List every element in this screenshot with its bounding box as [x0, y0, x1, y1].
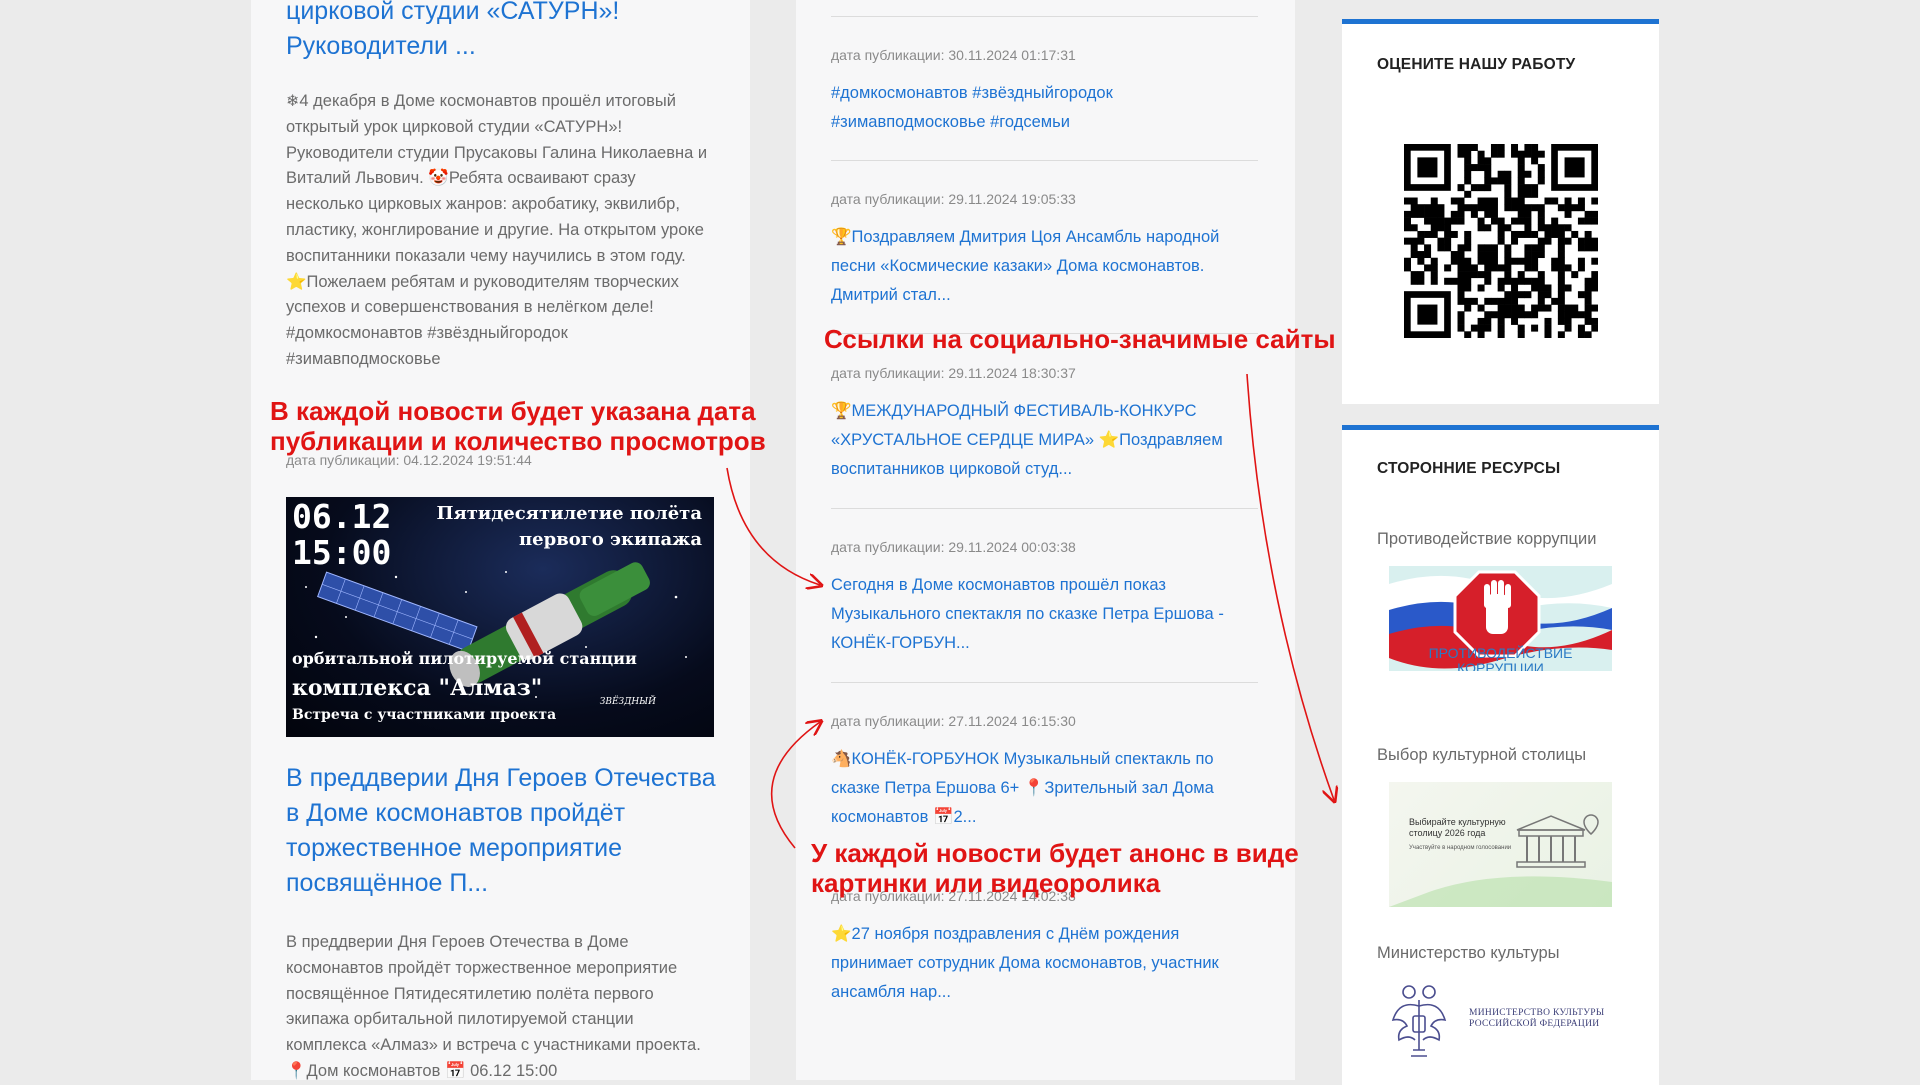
- coat-of-arms-icon: [1391, 985, 1447, 1057]
- news-link[interactable]: Сегодня в Доме космонавтов прошёл показ …: [831, 565, 1258, 658]
- banner-title: комплекса "Алмаз": [292, 675, 543, 701]
- qr-code[interactable]: [1404, 144, 1598, 338]
- news-column-middle: дата публикации: 30.11.2024 01:17:31 #до…: [796, 0, 1295, 1080]
- divider: [831, 160, 1258, 161]
- news-link[interactable]: 🏆МЕЖДУНАРОДНЫЙ ФЕСТИВАЛЬ-КОНКУРС «ХРУСТА…: [831, 391, 1258, 484]
- banner-logo: ЗВЁЗДНЫЙ: [599, 697, 656, 707]
- annotation-media: У каждой новости будет анонс в виде карт…: [811, 838, 1299, 898]
- resource-banner-anticorruption[interactable]: ПРОТИВОДЕЙСТВИЕ КОРРУПЦИИ: [1389, 566, 1612, 671]
- resource-banner-culture-capital[interactable]: Выбирайте культурную столицу 2026 года У…: [1389, 782, 1612, 907]
- news-card-title[interactable]: цирковой студии «САТУРН»! Руководители .…: [286, 0, 716, 64]
- news-date: дата публикации: 29.11.2024 19:05:33: [831, 191, 1076, 207]
- banner-subtitle: орбитальной пилотируемой станции: [292, 649, 637, 668]
- snowflake-icon: ❄: [286, 91, 300, 110]
- news-link[interactable]: ⭐27 ноября поздравления с Днём рождения …: [831, 914, 1258, 1007]
- divider: [831, 682, 1258, 683]
- banner-caption: ПРОТИВОДЕЙСТВИЕ КОРРУПЦИИ: [1428, 645, 1573, 672]
- resource-label[interactable]: Министерство культуры: [1377, 944, 1559, 963]
- news-excerpt: ❄4 декабря в Доме космонавтов прошёл ито…: [286, 88, 716, 373]
- annotation-links: Ссылки на социально-значимые сайты: [824, 324, 1336, 354]
- news-excerpt: В преддверии Дня Героев Отечества в Доме…: [286, 933, 701, 1080]
- news-date: дата публикации: 29.11.2024 18:30:37: [831, 365, 1076, 381]
- museum-icon: [1389, 814, 1612, 907]
- resource-label[interactable]: Противодействие коррупции: [1377, 530, 1596, 549]
- news-date: дата публикации: 30.11.2024 01:17:31: [831, 47, 1076, 63]
- divider: [831, 16, 1258, 17]
- banner-date: 06.12 15:00: [292, 497, 392, 572]
- ministry-logo-text: МИНИСТЕРСТВО КУЛЬТУРЫ РОССИЙСКОЙ ФЕДЕРАЦ…: [1469, 1008, 1605, 1029]
- news-link[interactable]: 🐴КОНЁК-ГОРБУНОК Музыкальный спектакль по…: [831, 739, 1258, 832]
- rate-widget: ОЦЕНИТЕ НАШУ РАБОТУ: [1342, 19, 1659, 404]
- news-title-link[interactable]: В преддверии Дня Героев Отечества в Доме…: [286, 761, 716, 901]
- news-title-line[interactable]: цирковой студии «САТУРН»!: [286, 0, 716, 29]
- news-date: дата публикации: 27.11.2024 16:15:30: [831, 713, 1076, 729]
- widget-title: ОЦЕНИТЕ НАШУ РАБОТУ: [1377, 56, 1576, 73]
- news-column-left: цирковой студии «САТУРН»! Руководители .…: [251, 0, 750, 1080]
- resource-banner-ministry-culture[interactable]: МИНИСТЕРСТВО КУЛЬТУРЫ РОССИЙСКОЙ ФЕДЕРАЦ…: [1389, 980, 1612, 1075]
- news-preview-image[interactable]: 06.12 15:00 Пятидесятилетие полёта перво…: [286, 497, 714, 737]
- news-link[interactable]: 🏆Поздравляем Дмитрия Цоя Ансамбль народн…: [831, 217, 1258, 310]
- banner-caption: Встреча с участниками проекта: [292, 707, 557, 723]
- annotation-dates: В каждой новости будет указана дата публ…: [270, 396, 766, 456]
- news-excerpt-text: 4 декабря в Доме космонавтов прошёл итог…: [286, 92, 708, 368]
- news-link[interactable]: #домкосмонавтов #звёздныйгородок #зимавп…: [831, 73, 1258, 137]
- widget-title: СТОРОННИЕ РЕСУРСЫ: [1377, 460, 1561, 477]
- banner-headline: Пятидесятилетие полёта первого экипажа: [436, 503, 702, 550]
- divider: [831, 508, 1258, 509]
- news-date: дата публикации: 29.11.2024 00:03:38: [831, 539, 1076, 555]
- resources-widget: СТОРОННИЕ РЕСУРСЫ Противодействие корруп…: [1342, 425, 1659, 1085]
- news-title-line[interactable]: Руководители ...: [286, 29, 716, 64]
- resource-label[interactable]: Выбор культурной столицы: [1377, 746, 1586, 765]
